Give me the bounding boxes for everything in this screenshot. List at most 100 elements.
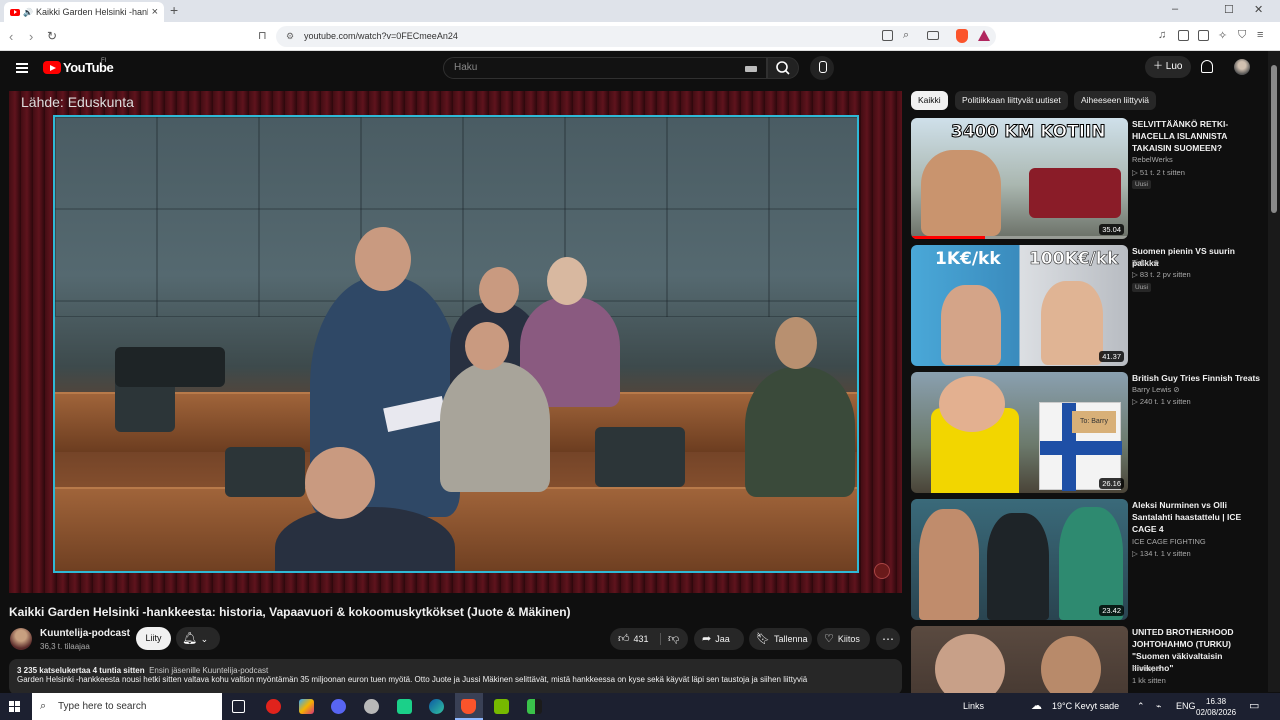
video-thumbnail[interactable]: 23.42 (911, 499, 1128, 620)
brave-rewards-icon[interactable] (978, 30, 990, 41)
app-icon[interactable] (397, 699, 412, 714)
opera-icon[interactable] (266, 699, 281, 714)
notifications-bell-icon[interactable] (1201, 60, 1213, 73)
share-button[interactable]: ➦ Jaa (694, 628, 744, 650)
recommendation-channel[interactable]: Freeope (1132, 664, 1160, 673)
app-icon[interactable] (527, 699, 542, 714)
links-toolbar[interactable]: Links (963, 693, 984, 720)
recommendation-title[interactable]: Aleksi Nurminen vs Olli Santalahti haast… (1132, 499, 1260, 535)
video-player[interactable]: Lähde: Eduskunta (9, 91, 902, 593)
browser-tab-strip: 🔊 Kaikki Garden Helsinki -hankk × + – ☐ … (0, 0, 1280, 22)
tab-search-icon[interactable] (1198, 30, 1209, 41)
video-frame[interactable] (53, 115, 859, 573)
nvidia-icon[interactable] (494, 699, 509, 714)
tab-close-button[interactable]: × (152, 6, 158, 18)
like-button[interactable]: 👍︎ 431 (618, 633, 649, 645)
search-button[interactable] (767, 57, 799, 79)
hamburger-menu-icon[interactable] (16, 63, 28, 73)
chip-all[interactable]: Kaikki (911, 91, 948, 110)
recommendation-channel[interactable]: Tirfuu ⊘ (1132, 258, 1159, 267)
zoom-icon[interactable]: ⌕ (903, 29, 909, 42)
brave-icon[interactable] (461, 699, 476, 714)
edge-icon[interactable] (429, 699, 444, 714)
windows-start-icon[interactable] (9, 701, 21, 713)
thumbnail-face (1041, 281, 1103, 365)
task-view-icon[interactable] (232, 700, 245, 713)
menu-icon[interactable]: ≡ (1257, 29, 1263, 41)
scrollbar-thumb[interactable] (1271, 65, 1277, 213)
page-scrollbar[interactable] (1268, 51, 1280, 692)
recommendation-title[interactable]: SELVITTÄÄNKÖ RETKI-HIACELLA ISLANNISTA T… (1132, 118, 1260, 154)
recommendation-channel[interactable]: Barry Lewis ⊘ (1132, 385, 1180, 394)
site-info-icon[interactable]: ⚙ (286, 26, 294, 47)
media-icon[interactable]: ♫ (1158, 29, 1166, 41)
join-button[interactable]: Liity (136, 627, 171, 650)
translate-icon[interactable] (882, 30, 893, 41)
weather-cloud-icon: ☁ (1031, 700, 1042, 712)
taskbar-search-input[interactable]: ⌕ Type here to search (32, 693, 222, 720)
recommendation-item[interactable]: To: Barry 26.16 British Guy Tries Finnis… (911, 372, 1261, 494)
close-window-button[interactable]: ✕ (1254, 3, 1263, 16)
create-button[interactable]: ＋ Luo (1145, 56, 1191, 78)
cast-icon[interactable] (927, 31, 939, 40)
back-icon[interactable]: ‹ (9, 29, 13, 44)
recommendation-item[interactable]: 23.42 Aleksi Nurminen vs Olli Santalahti… (911, 499, 1261, 621)
thumbnail-person (987, 513, 1049, 620)
network-icon[interactable]: ⌁ (1156, 693, 1161, 720)
speaker-icon[interactable]: 🔊 (23, 8, 33, 17)
save-button[interactable]: 🔖︎ Tallenna (749, 628, 812, 650)
keyboard-icon[interactable] (745, 66, 757, 72)
video-thumbnail[interactable]: 3400 KM KOTIIN 35.04 (911, 118, 1128, 239)
browser-tab[interactable]: 🔊 Kaikki Garden Helsinki -hankk × (4, 2, 164, 22)
channel-avatar[interactable] (10, 628, 32, 650)
bell-icon: 🔔︎ (182, 631, 198, 645)
youtube-country-code: FI (101, 58, 107, 64)
new-tab-button[interactable]: + (170, 2, 178, 18)
video-thumbnail[interactable]: 1K€/kk 100K€/kk 41.37 (911, 245, 1128, 366)
thanks-button[interactable]: ♡ Kiitos (817, 628, 870, 650)
extensions-icon[interactable]: ✧ (1218, 29, 1227, 42)
search-input[interactable]: Haku (443, 57, 767, 79)
seated-mp (745, 367, 855, 497)
voice-search-button[interactable] (810, 56, 834, 80)
account-avatar[interactable] (1234, 59, 1250, 75)
language-indicator[interactable]: ENG (1176, 693, 1196, 720)
recommendation-item[interactable]: 1K€/kk 100K€/kk 41.37 Suomen pienin VS s… (911, 245, 1261, 367)
chip-politics-news[interactable]: Politiikkaan liittyvät uutiset (955, 91, 1068, 110)
watch-progress-bar (911, 236, 1128, 239)
taskbar-clock[interactable]: 16.38 02/08/2026 (1196, 696, 1236, 718)
channel-watermark-icon[interactable] (874, 563, 890, 579)
recommendation-channel[interactable]: RebelWerks (1132, 155, 1173, 164)
app-icon[interactable] (364, 699, 379, 714)
video-thumbnail[interactable]: To: Barry 26.16 (911, 372, 1128, 493)
recommendation-title[interactable]: British Guy Tries Finnish Treats (1132, 372, 1260, 384)
description-box[interactable]: 3 235 katselukertaa 4 tuntia sitten Ensi… (9, 659, 902, 695)
channel-name[interactable]: Kuuntelija-podcast (40, 628, 130, 639)
recommendation-item[interactable]: UNITED BROTHERHOOD JOHTOHAHMO (TURKU) "S… (911, 626, 1261, 693)
youtube-logo-icon[interactable] (43, 61, 61, 74)
recommendation-item[interactable]: 3400 KM KOTIIN 35.04 SELVITTÄÄNKÖ RETKI-… (911, 118, 1261, 240)
chip-related[interactable]: Aiheeseen liittyviä (1074, 91, 1157, 110)
dislike-button[interactable]: 👎︎ (668, 628, 679, 650)
view-and-date: 3 235 katselukertaa 4 tuntia sitten (17, 666, 145, 675)
vpn-icon[interactable]: ⛉ (1238, 29, 1246, 42)
sidebar-icon[interactable] (1178, 30, 1189, 41)
weather-text[interactable]: 19°C Kevyt sade (1052, 693, 1119, 720)
photos-app-icon[interactable] (299, 699, 314, 714)
brave-shields-icon[interactable] (956, 29, 968, 43)
subscription-bell-button[interactable]: 🔔︎ ⌄ (176, 627, 220, 650)
new-badge: Uusi (1132, 180, 1152, 189)
more-actions-button[interactable]: ⋯ (876, 628, 900, 650)
discord-icon[interactable] (331, 699, 346, 714)
reload-icon[interactable]: ↻ (47, 29, 57, 43)
chevron-up-icon[interactable]: ⌃ (1137, 693, 1145, 720)
maximize-button[interactable]: ☐ (1224, 3, 1234, 16)
recommendation-channel[interactable]: ICE CAGE FIGHTING (1132, 537, 1206, 546)
notification-icon[interactable]: ▭ (1249, 693, 1259, 720)
forward-icon[interactable]: › (29, 29, 33, 44)
video-thumbnail[interactable] (911, 626, 1128, 693)
bookmark-icon[interactable]: ⊓ (258, 29, 267, 42)
youtube-favicon-icon (10, 8, 20, 16)
minimize-button[interactable]: – (1172, 3, 1178, 15)
seated-mp-head (465, 322, 509, 370)
